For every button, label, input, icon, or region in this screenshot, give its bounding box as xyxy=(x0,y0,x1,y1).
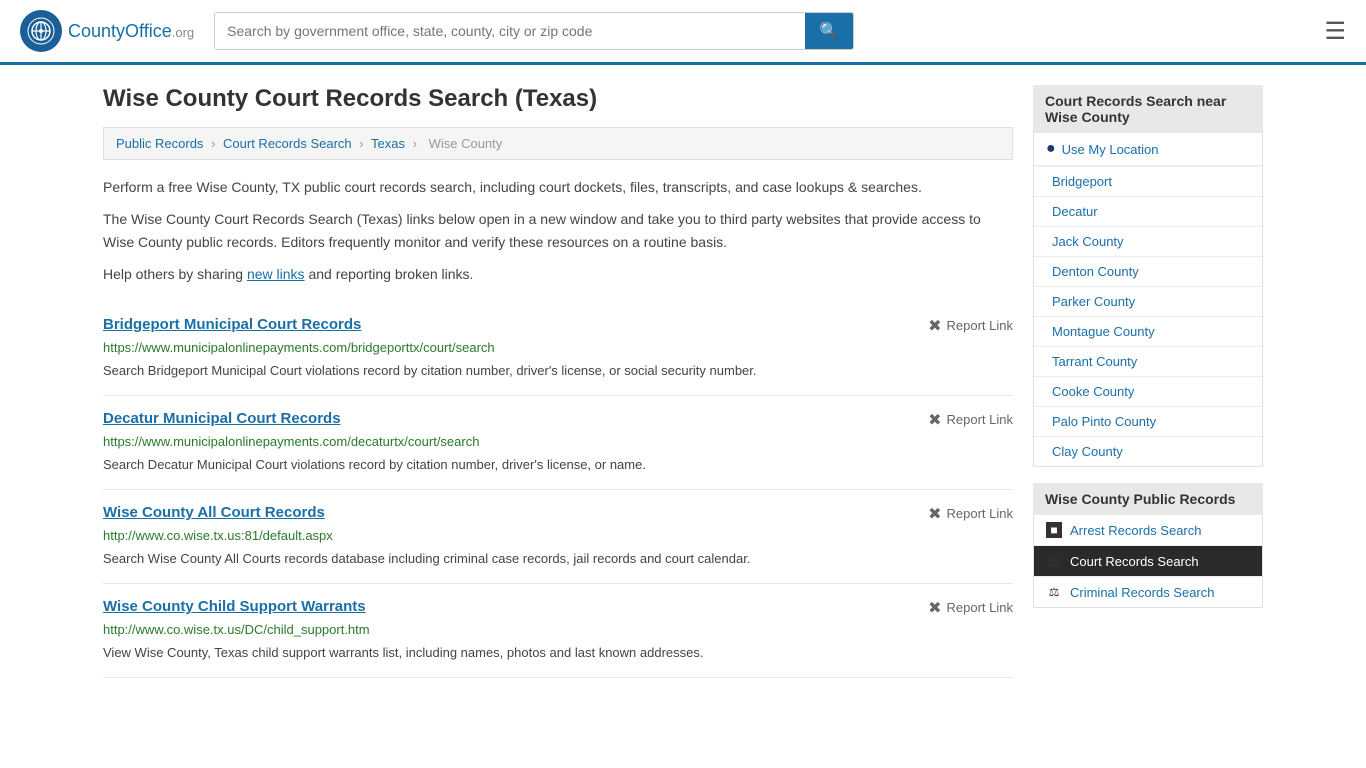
report-link-3[interactable]: ✖ Report Link xyxy=(928,598,1013,618)
breadcrumb-texas[interactable]: Texas xyxy=(371,136,405,151)
logo-icon xyxy=(20,10,62,52)
report-label-0: Report Link xyxy=(947,318,1013,333)
report-icon-3: ✖ xyxy=(928,598,941,618)
logo[interactable]: CountyOffice.org xyxy=(20,10,194,52)
record-desc-2: Search Wise County All Courts records da… xyxy=(103,549,1013,569)
main-container: Wise County Court Records Search (Texas)… xyxy=(83,65,1283,698)
breadcrumb-sep-3: › xyxy=(413,136,417,151)
public-records-section: Wise County Public Records ■ Arrest Reco… xyxy=(1033,483,1263,608)
record-header-2: Wise County All Court Records ✖ Report L… xyxy=(103,504,1013,524)
nearby-parker-county[interactable]: Parker County xyxy=(1034,287,1262,317)
record-header-0: Bridgeport Municipal Court Records ✖ Rep… xyxy=(103,316,1013,336)
record-url-2[interactable]: http://www.co.wise.tx.us:81/default.aspx xyxy=(103,528,1013,543)
records-list: Bridgeport Municipal Court Records ✖ Rep… xyxy=(103,302,1013,679)
nearby-bridgeport[interactable]: Bridgeport xyxy=(1034,167,1262,197)
nearby-section: Court Records Search near Wise County ● … xyxy=(1033,85,1263,467)
record-title-1[interactable]: Decatur Municipal Court Records xyxy=(103,410,341,427)
breadcrumb-sep-2: › xyxy=(359,136,363,151)
sidebar: Court Records Search near Wise County ● … xyxy=(1033,85,1263,678)
public-records-title: Wise County Public Records xyxy=(1033,483,1263,515)
nearby-tarrant-county[interactable]: Tarrant County xyxy=(1034,347,1262,377)
record-desc-0: Search Bridgeport Municipal Court violat… xyxy=(103,361,1013,381)
nearby-decatur[interactable]: Decatur xyxy=(1034,197,1262,227)
record-url-3[interactable]: http://www.co.wise.tx.us/DC/child_suppor… xyxy=(103,622,1013,637)
rec-criminal-records[interactable]: ⚖ Criminal Records Search xyxy=(1034,577,1262,607)
report-label-3: Report Link xyxy=(947,600,1013,615)
content-area: Wise County Court Records Search (Texas)… xyxy=(103,85,1013,678)
search-icon: 🔍 xyxy=(819,23,839,40)
record-header-1: Decatur Municipal Court Records ✖ Report… xyxy=(103,410,1013,430)
arrest-records-icon: ■ xyxy=(1046,522,1062,538)
new-links-link[interactable]: new links xyxy=(247,266,305,282)
rec-court-records[interactable]: 🏛 Court Records Search xyxy=(1034,546,1262,577)
logo-wordmark: CountyOffice.org xyxy=(68,21,194,42)
report-label-1: Report Link xyxy=(947,412,1013,427)
breadcrumb: Public Records › Court Records Search › … xyxy=(103,127,1013,160)
desc-p1: Perform a free Wise County, TX public co… xyxy=(103,176,1013,198)
record-desc-1: Search Decatur Municipal Court violation… xyxy=(103,455,1013,475)
court-records-icon: 🏛 xyxy=(1046,553,1062,569)
record-item-0: Bridgeport Municipal Court Records ✖ Rep… xyxy=(103,302,1013,396)
search-button[interactable]: 🔍 xyxy=(805,13,853,49)
nearby-title: Court Records Search near Wise County xyxy=(1033,85,1263,133)
description-block: Perform a free Wise County, TX public co… xyxy=(103,176,1013,286)
record-item-2: Wise County All Court Records ✖ Report L… xyxy=(103,490,1013,584)
nearby-clay-county[interactable]: Clay County xyxy=(1034,437,1262,466)
public-records-list: ■ Arrest Records Search 🏛 Court Records … xyxy=(1033,515,1263,608)
report-link-0[interactable]: ✖ Report Link xyxy=(928,316,1013,336)
search-input[interactable] xyxy=(215,13,805,49)
use-location-label: Use My Location xyxy=(1062,142,1159,157)
record-title-2[interactable]: Wise County All Court Records xyxy=(103,504,325,521)
nearby-denton-county[interactable]: Denton County xyxy=(1034,257,1262,287)
criminal-records-label: Criminal Records Search xyxy=(1070,585,1215,600)
report-icon-0: ✖ xyxy=(928,316,941,336)
nearby-montague-county[interactable]: Montague County xyxy=(1034,317,1262,347)
nearby-palo-pinto-county[interactable]: Palo Pinto County xyxy=(1034,407,1262,437)
court-records-label: Court Records Search xyxy=(1070,554,1199,569)
header: CountyOffice.org 🔍 ☰ xyxy=(0,0,1366,65)
use-location-link[interactable]: ● Use My Location xyxy=(1034,133,1262,166)
report-link-2[interactable]: ✖ Report Link xyxy=(928,504,1013,524)
arrest-records-label: Arrest Records Search xyxy=(1070,523,1202,538)
use-location-item[interactable]: ● Use My Location xyxy=(1034,133,1262,167)
rec-arrest-records[interactable]: ■ Arrest Records Search xyxy=(1034,515,1262,546)
breadcrumb-wise-county: Wise County xyxy=(429,136,503,151)
record-header-3: Wise County Child Support Warrants ✖ Rep… xyxy=(103,598,1013,618)
nearby-cooke-county[interactable]: Cooke County xyxy=(1034,377,1262,407)
nearby-list: ● Use My Location Bridgeport Decatur Jac… xyxy=(1033,133,1263,467)
breadcrumb-court-records[interactable]: Court Records Search xyxy=(223,136,352,151)
criminal-records-icon: ⚖ xyxy=(1046,584,1062,600)
record-item-3: Wise County Child Support Warrants ✖ Rep… xyxy=(103,584,1013,678)
desc-p3: Help others by sharing new links and rep… xyxy=(103,263,1013,285)
breadcrumb-sep-1: › xyxy=(211,136,215,151)
report-icon-1: ✖ xyxy=(928,410,941,430)
search-bar[interactable]: 🔍 xyxy=(214,12,854,50)
menu-icon[interactable]: ☰ xyxy=(1324,17,1346,46)
record-item-1: Decatur Municipal Court Records ✖ Report… xyxy=(103,396,1013,490)
record-desc-3: View Wise County, Texas child support wa… xyxy=(103,643,1013,663)
record-title-3[interactable]: Wise County Child Support Warrants xyxy=(103,598,366,615)
record-url-0[interactable]: https://www.municipalonlinepayments.com/… xyxy=(103,340,1013,355)
page-title: Wise County Court Records Search (Texas) xyxy=(103,85,1013,113)
report-link-1[interactable]: ✖ Report Link xyxy=(928,410,1013,430)
location-icon: ● xyxy=(1046,140,1056,158)
desc-p2: The Wise County Court Records Search (Te… xyxy=(103,208,1013,253)
report-icon-2: ✖ xyxy=(928,504,941,524)
nearby-jack-county[interactable]: Jack County xyxy=(1034,227,1262,257)
report-label-2: Report Link xyxy=(947,506,1013,521)
record-url-1[interactable]: https://www.municipalonlinepayments.com/… xyxy=(103,434,1013,449)
record-title-0[interactable]: Bridgeport Municipal Court Records xyxy=(103,316,361,333)
breadcrumb-public-records[interactable]: Public Records xyxy=(116,136,203,151)
